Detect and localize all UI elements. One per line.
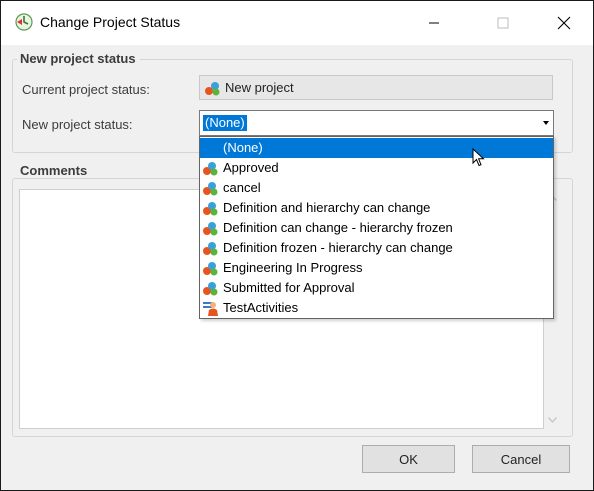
status-dropdown-list: (None) Approved cancel Definition and hi… [199,136,554,319]
cancel-button[interactable]: Cancel [472,445,570,473]
minimize-button[interactable] [411,1,457,45]
new-status-label: New project status: [22,117,133,132]
dropdown-item-definition-and-hierarchy[interactable]: Definition and hierarchy can change [200,198,553,218]
dropdown-item-label: Approved [223,160,279,175]
status-icon [204,80,222,99]
dropdown-item-submitted-for-approval[interactable]: Submitted for Approval [200,278,553,298]
close-icon [557,16,571,30]
dropdown-item-none[interactable]: (None) [200,138,553,158]
dropdown-item-label: TestActivities [223,300,299,315]
dropdown-item-label: Definition and hierarchy can change [223,200,431,215]
status-group-title: New project status [17,51,140,66]
app-icon [15,13,33,31]
status-icon [202,220,219,236]
ok-button[interactable]: OK [362,445,455,473]
new-status-select[interactable]: (None) [199,110,554,136]
dropdown-item-label: cancel [223,180,261,195]
status-icon [202,160,219,176]
new-status-selected-value: (None) [203,115,247,131]
dropdown-item-label: (None) [223,140,263,155]
dropdown-item-definition-frozen[interactable]: Definition frozen - hierarchy can change [200,238,553,258]
dropdown-item-label: Submitted for Approval [223,280,355,295]
dropdown-item-approved[interactable]: Approved [200,158,553,178]
dropdown-item-label: Definition can change - hierarchy frozen [223,220,453,235]
maximize-icon [497,17,509,29]
title-bar[interactable]: Change Project Status [1,1,593,45]
scroll-down-icon[interactable] [548,417,557,423]
current-status-label: Current project status: [22,82,150,97]
change-project-status-dialog: Change Project Status New project status… [0,0,594,491]
dropdown-item-definition-can-change[interactable]: Definition can change - hierarchy frozen [200,218,553,238]
status-icon [202,240,219,256]
current-status-field: New project [199,75,553,100]
maximize-button[interactable] [480,1,526,45]
close-button[interactable] [541,1,587,45]
activity-person-icon [202,300,219,316]
current-status-value: New project [225,80,294,95]
comments-group-title: Comments [17,163,92,178]
dropdown-arrow-icon[interactable] [543,121,549,125]
dropdown-item-engineering-in-progress[interactable]: Engineering In Progress [200,258,553,278]
mouse-cursor-icon [472,148,485,167]
status-icon [202,280,219,296]
status-icon [202,180,219,196]
window-title: Change Project Status [40,14,181,30]
dropdown-item-label: Definition frozen - hierarchy can change [223,240,453,255]
minimize-icon [429,22,439,24]
status-icon [202,260,219,276]
dropdown-item-cancel[interactable]: cancel [200,178,553,198]
dropdown-item-label: Engineering In Progress [223,260,363,275]
dropdown-item-testactivities[interactable]: TestActivities [200,298,553,318]
status-icon [202,200,219,216]
